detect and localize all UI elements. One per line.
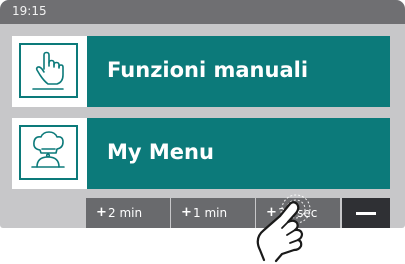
tile-label: My Menu (107, 140, 214, 164)
minus-icon (356, 212, 376, 215)
touch-hand-icon (256, 194, 311, 263)
tile-label-area: Funzioni manuali (87, 36, 390, 107)
tile-label: Funzioni manuali (107, 58, 309, 82)
button-label: 1 min (193, 206, 228, 220)
button-label: 2 min (108, 206, 143, 220)
tile-icon-box (12, 36, 87, 107)
tile-icon-box (12, 118, 87, 189)
plus-icon: + (96, 205, 107, 220)
minus-button[interactable] (342, 198, 390, 228)
tile-manual-functions[interactable]: Funzioni manuali (12, 36, 390, 107)
plus-icon: + (181, 205, 192, 220)
hand-pointer-icon (19, 43, 78, 98)
time-adjust-bar: + 2 min + 1 min + 30 sec (0, 198, 405, 228)
status-bar: 19:15 (0, 0, 405, 24)
oven-screen: 19:15 Funzioni manuali My Menu + 2 min +… (0, 0, 405, 228)
tile-my-menu[interactable]: My Menu (12, 118, 390, 189)
clock: 19:15 (12, 4, 47, 18)
chef-hat-icon (19, 125, 78, 180)
add-2-min-button[interactable]: + 2 min (86, 198, 170, 228)
tile-label-area: My Menu (87, 118, 390, 189)
